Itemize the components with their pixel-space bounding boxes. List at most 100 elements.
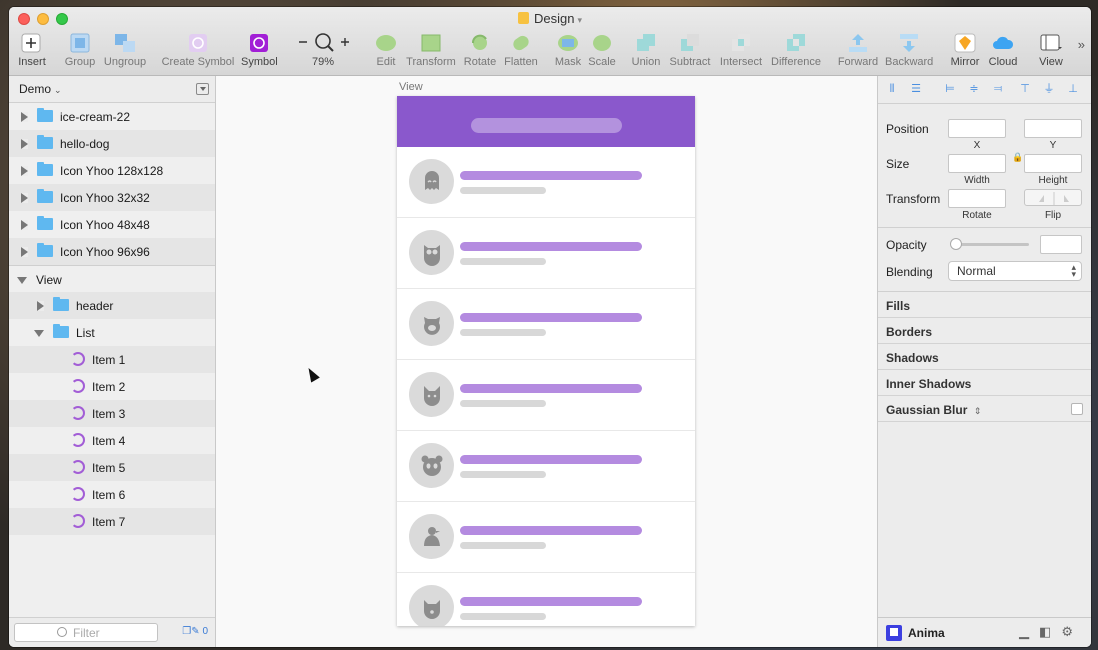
document-title[interactable]: Design ▾ xyxy=(9,11,1091,26)
union-button[interactable]: Union xyxy=(630,33,662,68)
symbol-button[interactable]: Symbol xyxy=(241,33,278,68)
artboard-view[interactable] xyxy=(397,96,695,626)
rotate-button[interactable]: Rotate xyxy=(463,33,497,68)
layer-symbol-item[interactable]: Item 5 xyxy=(9,454,215,481)
zoom-control[interactable]: 79% xyxy=(297,33,349,68)
align-right-icon[interactable]: ⫤ xyxy=(992,84,1004,95)
disclosure-down-icon[interactable] xyxy=(34,330,44,337)
layer-symbol-item[interactable]: Item 1 xyxy=(9,346,215,373)
inner-shadows-section[interactable]: Inner Shadows xyxy=(878,370,1091,396)
layer-symbol-item[interactable]: Item 2 xyxy=(9,373,215,400)
divider xyxy=(878,227,1091,228)
align-center-icon[interactable]: ≑ xyxy=(968,84,980,95)
opacity-slider-knob[interactable] xyxy=(950,238,962,250)
slices-indicator[interactable]: ❐✎ 0 xyxy=(182,626,208,637)
list-item[interactable] xyxy=(397,502,695,573)
shadows-section[interactable]: Shadows xyxy=(878,344,1091,370)
disclosure-right-icon[interactable] xyxy=(21,193,28,203)
borders-section[interactable]: Borders xyxy=(878,318,1091,344)
align-left-icon[interactable]: ⊨ xyxy=(944,84,956,95)
layer-symbol-item[interactable]: Item 4 xyxy=(9,427,215,454)
list-item[interactable] xyxy=(397,360,695,431)
list-item[interactable] xyxy=(397,573,695,626)
position-x-field[interactable] xyxy=(948,119,1006,138)
subtract-button[interactable]: Subtract xyxy=(668,33,712,68)
list-item[interactable] xyxy=(397,147,695,218)
distribute-vertical-icon[interactable]: ☰ xyxy=(910,84,922,95)
artboard-header[interactable] xyxy=(397,96,695,147)
scale-button[interactable]: Scale xyxy=(588,33,616,68)
list-item[interactable] xyxy=(397,431,695,502)
flatten-button[interactable]: Flatten xyxy=(503,33,539,68)
height-field[interactable] xyxy=(1024,154,1082,173)
distribute-horizontal-icon[interactable]: ⫴ xyxy=(886,84,898,95)
fills-section[interactable]: Fills xyxy=(878,292,1091,318)
gear-icon[interactable]: ⚙ xyxy=(1061,624,1083,639)
difference-button[interactable]: Difference xyxy=(769,33,823,68)
layer-folder[interactable]: Icon Yhoo 128x128 xyxy=(9,157,215,184)
list-item[interactable] xyxy=(397,218,695,289)
cloud-button[interactable]: Cloud xyxy=(987,33,1019,68)
position-y-field[interactable] xyxy=(1024,119,1082,138)
item-title-placeholder xyxy=(460,597,642,606)
toolbar-overflow-icon[interactable]: » xyxy=(1078,37,1085,52)
backward-button[interactable]: Backward xyxy=(885,33,933,68)
disclosure-right-icon[interactable] xyxy=(21,166,28,176)
disclosure-down-icon[interactable] xyxy=(17,277,27,284)
rotate-field[interactable] xyxy=(948,189,1006,208)
intersect-button[interactable]: Intersect xyxy=(718,33,764,68)
bird-icon xyxy=(409,514,454,559)
layer-folder[interactable]: ice-cream-22 xyxy=(9,103,215,130)
insert-button[interactable]: Insert xyxy=(18,33,46,68)
layer-symbol-item[interactable]: Item 3 xyxy=(9,400,215,427)
disclosure-right-icon[interactable] xyxy=(21,112,28,122)
layer-symbol-item[interactable]: Item 7 xyxy=(9,508,215,535)
gaussian-blur-checkbox[interactable] xyxy=(1071,403,1083,415)
flip-buttons[interactable] xyxy=(1024,189,1082,206)
canvas[interactable]: View xyxy=(216,76,877,647)
opacity-slider[interactable] xyxy=(954,243,1029,246)
view-button[interactable]: View xyxy=(1037,33,1065,68)
gaussian-blur-section[interactable]: Gaussian Blur ⇕ xyxy=(878,396,1091,422)
forward-button[interactable]: Forward xyxy=(837,33,879,68)
group-button[interactable]: Group xyxy=(63,33,97,68)
layer-header-group[interactable]: header xyxy=(9,292,215,319)
disclosure-right-icon[interactable] xyxy=(21,247,28,257)
width-field[interactable] xyxy=(948,154,1006,173)
list-item[interactable] xyxy=(397,289,695,360)
layer-folder[interactable]: Icon Yhoo 96x96 xyxy=(9,238,215,265)
layer-folder[interactable]: Icon Yhoo 32x32 xyxy=(9,184,215,211)
mask-button[interactable]: Mask xyxy=(554,33,582,68)
create-symbol-button[interactable]: Create Symbol xyxy=(161,33,235,68)
mirror-button[interactable]: Mirror xyxy=(949,33,981,68)
filter-input[interactable]: Filter xyxy=(14,623,158,642)
opacity-field[interactable] xyxy=(1040,235,1082,254)
minimize-panel-icon[interactable]: ▁ xyxy=(1019,624,1039,639)
folder-icon xyxy=(37,162,53,176)
split-panel-icon[interactable]: ◧ xyxy=(1039,624,1061,639)
blending-select[interactable]: Normal ▴ ▾ xyxy=(948,261,1082,281)
disclosure-right-icon[interactable] xyxy=(21,139,28,149)
align-top-icon[interactable]: ⊤ xyxy=(1019,84,1031,95)
layers-footer: Filter ❐✎ 0 xyxy=(9,617,215,647)
artboard-title[interactable]: View xyxy=(399,81,423,93)
ungroup-button[interactable]: Ungroup xyxy=(102,33,148,68)
page-selector[interactable]: Demo ⌄ xyxy=(9,76,215,103)
layer-symbol-item[interactable]: Item 6 xyxy=(9,481,215,508)
plus-icon xyxy=(21,33,41,53)
disclosure-right-icon[interactable] xyxy=(21,220,28,230)
transform-button[interactable]: Transform xyxy=(405,33,457,68)
layer-folder[interactable]: Icon Yhoo 48x48 xyxy=(9,211,215,238)
edit-button[interactable]: Edit xyxy=(373,33,399,68)
layer-folder[interactable]: hello-dog xyxy=(9,130,215,157)
align-bottom-icon[interactable]: ⊥ xyxy=(1067,84,1079,95)
collapse-pages-icon[interactable] xyxy=(196,83,209,95)
inspector-panel: ⫴ ☰ ⊨ ≑ ⫤ ⊤ ⏚ ⊥ Position X Y Size 🔒 Widt… xyxy=(877,76,1091,647)
lock-icon[interactable]: 🔒 xyxy=(1012,152,1023,163)
layer-artboard-view[interactable]: View xyxy=(9,265,215,292)
disclosure-right-icon[interactable] xyxy=(37,301,44,311)
align-middle-icon[interactable]: ⏚ xyxy=(1043,84,1055,95)
symbol-instance-icon xyxy=(71,460,85,474)
stepper-arrows-icon[interactable]: ⇕ xyxy=(974,406,982,416)
layer-list-group[interactable]: List xyxy=(9,319,215,346)
